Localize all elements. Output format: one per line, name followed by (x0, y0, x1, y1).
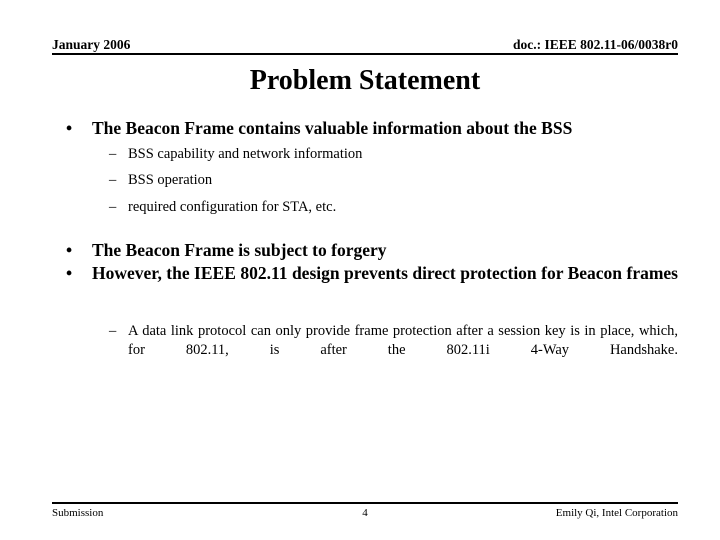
dash-marker-icon: – (109, 172, 117, 189)
slide-footer: Submission 4 Emily Qi, Intel Corporation (52, 502, 678, 520)
sub-bullet-text: BSS capability and network information (128, 146, 363, 163)
sub-bullet-item: – A data link protocol can only provide … (52, 322, 678, 379)
bullet-text: However, the IEEE 802.11 design prevents… (92, 263, 678, 284)
bullet-item: • The Beacon Frame is subject to forgery (52, 240, 678, 261)
dash-marker-icon: – (109, 198, 117, 215)
bullet-marker-icon: • (66, 118, 73, 138)
sub-bullet-item: – BSS capability and network information (52, 145, 678, 164)
slide-header: January 2006 doc.: IEEE 802.11-06/0038r0 (52, 30, 678, 55)
header-doc-number: doc.: IEEE 802.11-06/0038r0 (512, 36, 678, 52)
sub-bullet-list: – BSS capability and network information… (52, 145, 678, 216)
page-number: 4 (362, 507, 368, 519)
header-date: January 2006 (52, 36, 131, 52)
sub-bullet-text: BSS operation (128, 172, 213, 189)
bullet-item: • The Beacon Frame contains valuable inf… (52, 118, 678, 139)
slide-body: • The Beacon Frame contains valuable inf… (52, 118, 678, 386)
dash-marker-icon: – (109, 322, 117, 339)
sub-bullet-item: – required configuration for STA, etc. (52, 198, 678, 217)
bullet-text: The Beacon Frame is subject to forgery (92, 239, 387, 260)
sub-bullet-list: – A data link protocol can only provide … (52, 322, 678, 379)
bullet-marker-icon: • (66, 239, 73, 260)
page-title: Problem Statement (249, 65, 481, 96)
sub-bullet-text: A data link protocol can only provide fr… (128, 322, 678, 358)
dash-marker-icon: – (109, 146, 117, 163)
bullet-item: • However, the IEEE 802.11 design preven… (52, 263, 678, 306)
sub-bullet-text: required configuration for STA, etc. (128, 198, 337, 215)
bullet-marker-icon: • (66, 263, 73, 284)
bullet-text: The Beacon Frame contains valuable infor… (92, 118, 573, 138)
slide: January 2006 doc.: IEEE 802.11-06/0038r0… (0, 0, 720, 540)
sub-bullet-item: – BSS operation (52, 171, 678, 190)
